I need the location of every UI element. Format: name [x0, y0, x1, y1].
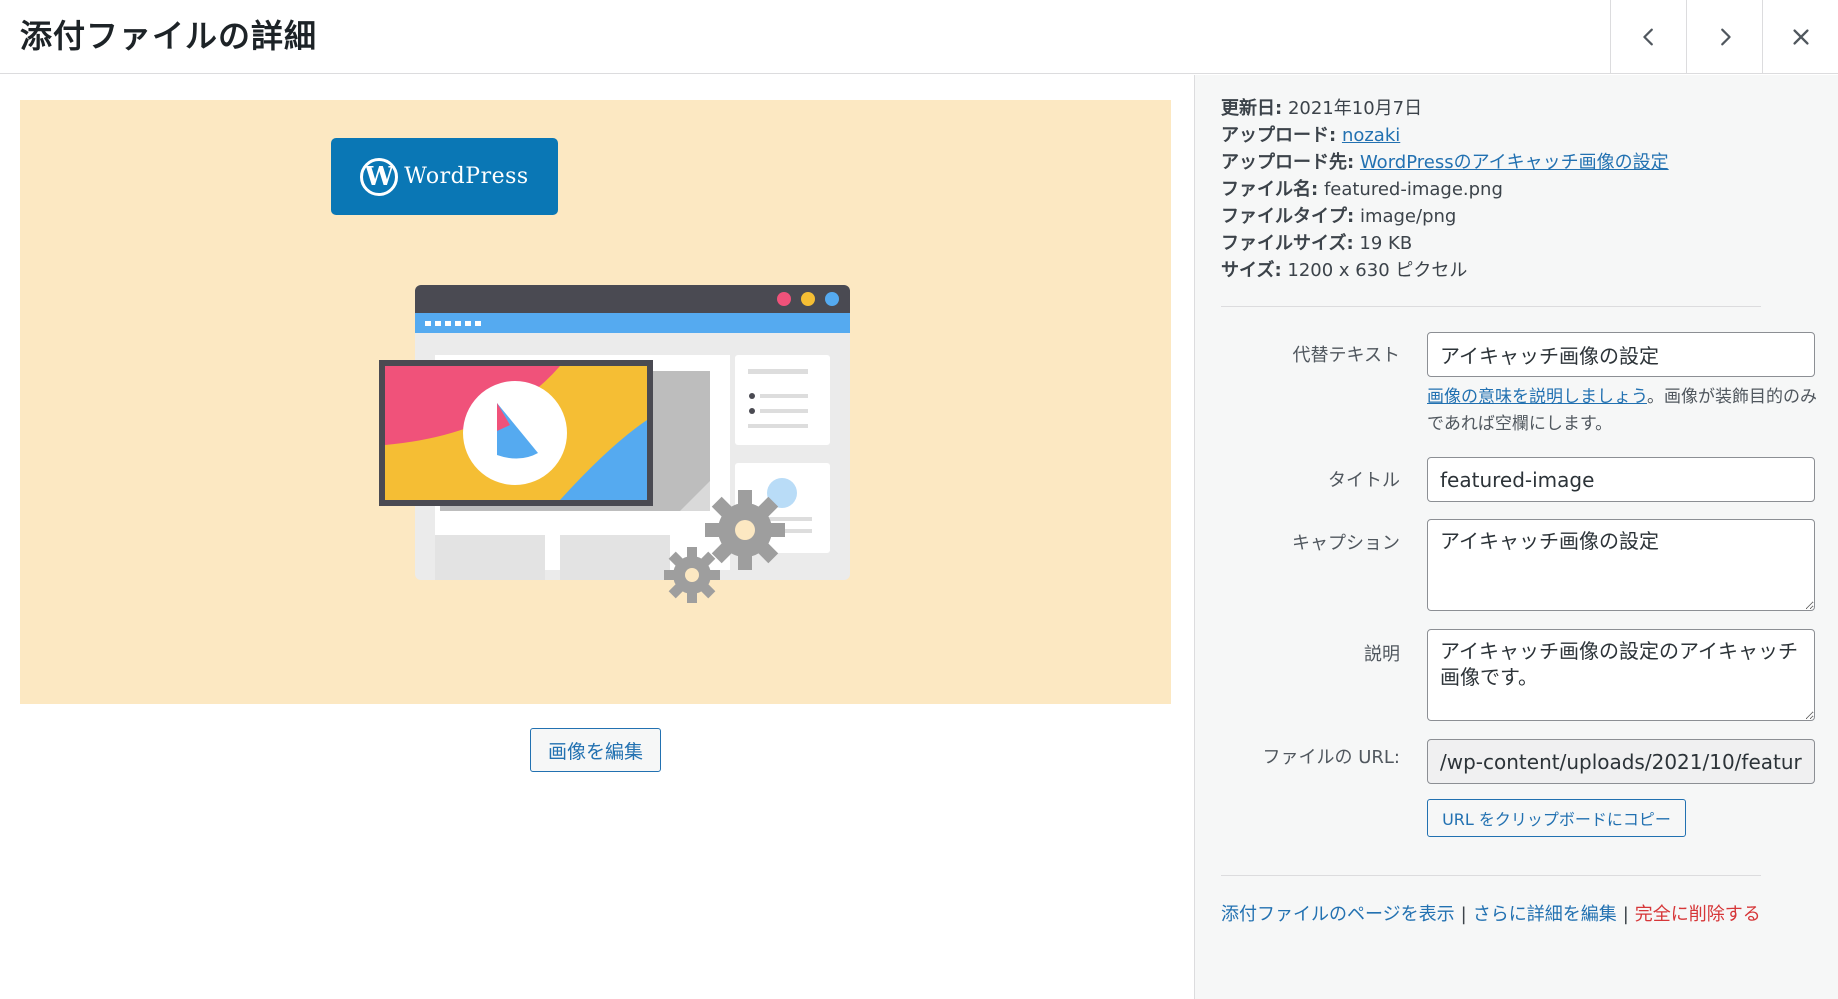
- alt-text-help: 画像の意味を説明しましょう。画像が装飾目的のみであれば空欄にします。: [1427, 384, 1827, 438]
- attachment-details-sidebar: 更新日: 2021年10月7日 アップロード: nozaki アップロード先: …: [1194, 75, 1838, 999]
- uploader-link[interactable]: nozaki: [1342, 125, 1400, 146]
- attachment-image: W WordPress: [20, 100, 1171, 704]
- filesize-row: ファイルサイズ: 19 KB: [1221, 230, 1669, 257]
- copy-url-button[interactable]: URL をクリップボードにコピー: [1427, 799, 1686, 837]
- next-button[interactable]: [1686, 0, 1762, 74]
- delete-permanently-link[interactable]: 完全に削除する: [1635, 904, 1761, 925]
- gear-small-icon: [664, 547, 720, 603]
- media-panel: W WordPress 画像を編集: [0, 75, 1194, 999]
- file-url-input[interactable]: [1427, 739, 1815, 784]
- filesize-value: 19 KB: [1359, 233, 1413, 254]
- modal-header: 添付ファイルの詳細: [0, 0, 1838, 74]
- filesize-label: ファイルサイズ:: [1221, 233, 1354, 254]
- dimensions-row: サイズ: 1200 x 630 ピクセル: [1221, 257, 1669, 284]
- alt-text-help-link[interactable]: 画像の意味を説明しましょう: [1427, 387, 1647, 407]
- wordpress-logo: W WordPress: [331, 138, 558, 215]
- window-dot-blue: [825, 292, 839, 306]
- title-input[interactable]: [1427, 457, 1815, 502]
- uploaded-to-row: アップロード先: WordPressのアイキャッチ画像の設定: [1221, 149, 1669, 176]
- alt-text-label: 代替テキスト: [1292, 345, 1400, 366]
- wordpress-logo-text: WordPress: [404, 164, 529, 189]
- file-url-label: ファイルの URL:: [1262, 747, 1401, 768]
- browser-illustration: [379, 285, 850, 603]
- page-title: 添付ファイルの詳細: [20, 17, 318, 55]
- alt-text-input[interactable]: [1427, 332, 1815, 377]
- edit-image-button[interactable]: 画像を編集: [530, 728, 661, 772]
- separator: |: [1622, 904, 1629, 925]
- chevron-left-icon: [1642, 28, 1653, 46]
- uploaded-to-link[interactable]: WordPressのアイキャッチ画像の設定: [1360, 152, 1669, 173]
- caption-label: キャプション: [1292, 533, 1400, 554]
- divider: [1221, 306, 1761, 307]
- window-dot-yellow: [801, 292, 815, 306]
- close-icon: [1792, 29, 1809, 45]
- view-attachment-page-link[interactable]: 添付ファイルのページを表示: [1221, 904, 1455, 925]
- dimensions-value: 1200 x 630 ピクセル: [1287, 260, 1468, 281]
- divider: [1221, 875, 1761, 876]
- title-label: タイトル: [1328, 470, 1400, 491]
- updated-value: 2021年10月7日: [1287, 98, 1423, 119]
- file-info: 更新日: 2021年10月7日 アップロード: nozaki アップロード先: …: [1221, 95, 1669, 284]
- updated-row: 更新日: 2021年10月7日: [1221, 95, 1669, 122]
- uploader-label: アップロード:: [1221, 125, 1337, 146]
- window-dot-red: [777, 292, 791, 306]
- filetype-label: ファイルタイプ:: [1221, 206, 1355, 227]
- previous-button[interactable]: [1610, 0, 1686, 74]
- dimensions-label: サイズ:: [1221, 260, 1282, 281]
- description-label: 説明: [1364, 644, 1400, 665]
- description-textarea[interactable]: アイキャッチ画像の設定のアイキャッチ画像です。: [1427, 629, 1815, 721]
- uploader-row: アップロード: nozaki: [1221, 122, 1669, 149]
- separator: |: [1460, 904, 1467, 925]
- uploaded-to-label: アップロード先:: [1221, 152, 1355, 173]
- close-button[interactable]: [1762, 0, 1838, 74]
- wordpress-mark-icon: W: [360, 157, 399, 196]
- caption-textarea[interactable]: アイキャッチ画像の設定: [1427, 519, 1815, 611]
- filename-value: featured-image.png: [1323, 179, 1503, 200]
- filetype-row: ファイルタイプ: image/png: [1221, 203, 1669, 230]
- attachment-actions: 添付ファイルのページを表示 | さらに詳細を編集 | 完全に削除する: [1221, 900, 1761, 926]
- chevron-right-icon: [1720, 28, 1731, 46]
- updated-label: 更新日:: [1221, 98, 1283, 119]
- filetype-value: image/png: [1359, 206, 1457, 227]
- gear-icon: [705, 490, 785, 570]
- edit-more-details-link[interactable]: さらに詳細を編集: [1473, 904, 1617, 925]
- filename-row: ファイル名: featured-image.png: [1221, 176, 1669, 203]
- filename-label: ファイル名:: [1221, 179, 1319, 200]
